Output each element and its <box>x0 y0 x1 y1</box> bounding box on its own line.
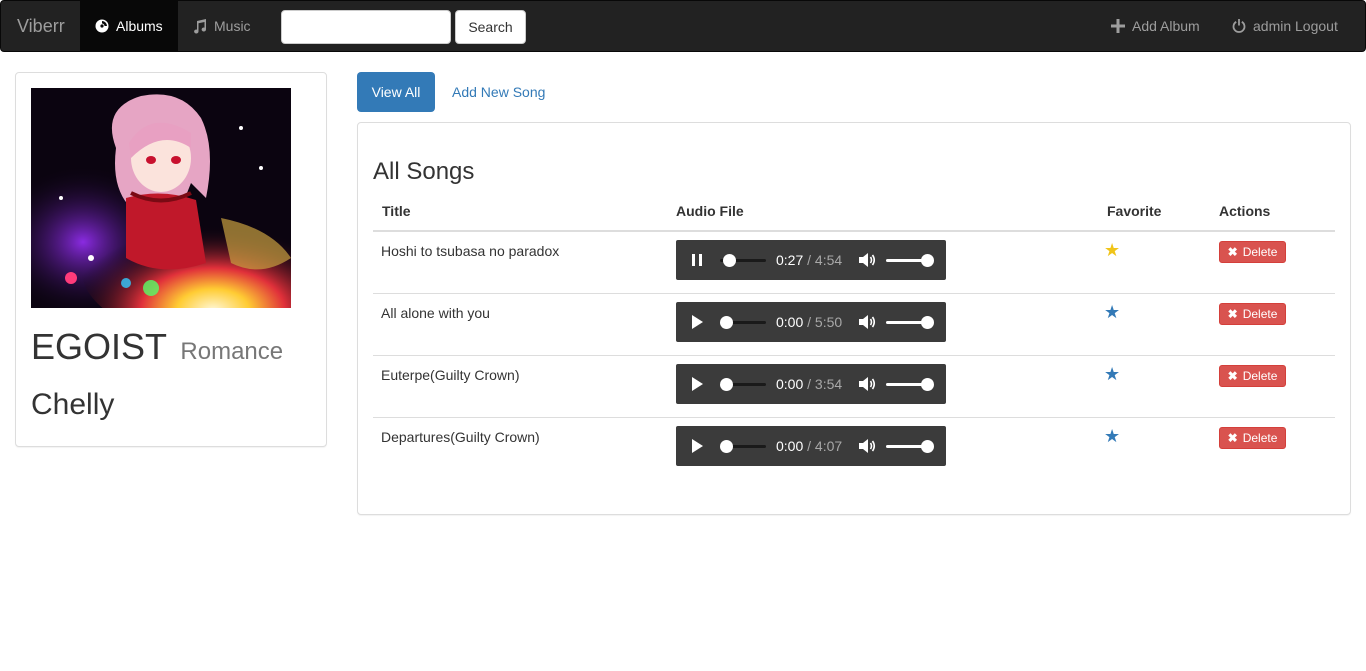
brand-link[interactable]: Viberr <box>17 16 65 36</box>
favorite-star-icon[interactable]: ★ <box>1104 241 1120 259</box>
songs-heading: All Songs <box>373 158 475 185</box>
album-details-panel: EGOIST Romance Chelly <box>15 72 327 447</box>
time-display: 0:00 / 4:07 <box>776 438 842 454</box>
album-name: EGOIST <box>31 326 167 367</box>
volume-handle[interactable] <box>921 254 934 267</box>
audio-player[interactable]: 0:00 / 5:50 <box>676 302 946 342</box>
audio-player[interactable]: 0:00 / 3:54 <box>676 364 946 404</box>
favorite-star-icon[interactable]: ★ <box>1104 303 1120 321</box>
volume-icon[interactable] <box>858 438 876 454</box>
volume-handle[interactable] <box>921 440 934 453</box>
current-time: 0:00 <box>776 438 804 454</box>
search-button[interactable]: Search <box>455 10 526 44</box>
nav-albums-label: Albums <box>116 18 163 34</box>
tab-add-new-song[interactable]: Add New Song <box>452 72 545 112</box>
power-icon <box>1232 19 1246 33</box>
album-cover-image <box>31 88 291 308</box>
time-display: 0:27 / 4:54 <box>776 252 842 268</box>
delete-button[interactable]: ✖ Delete <box>1219 427 1286 449</box>
column-header-actions: Actions <box>1219 203 1271 219</box>
volume-handle[interactable] <box>921 378 934 391</box>
remove-icon: ✖ <box>1227 369 1238 383</box>
seek-handle[interactable] <box>723 254 736 267</box>
volume-handle[interactable] <box>921 316 934 329</box>
favorite-star-icon[interactable]: ★ <box>1104 427 1120 445</box>
tab-view-all[interactable]: View All <box>357 72 435 112</box>
delete-button[interactable]: ✖ Delete <box>1219 303 1286 325</box>
seek-handle[interactable] <box>720 378 733 391</box>
add-album-label: Add Album <box>1132 18 1200 34</box>
current-time: 0:00 <box>776 376 804 392</box>
favorite-star-icon[interactable]: ★ <box>1104 365 1120 383</box>
seek-handle[interactable] <box>720 440 733 453</box>
column-header-title: Title <box>382 203 411 219</box>
nav-albums[interactable]: Albums <box>80 1 178 51</box>
delete-button[interactable]: ✖ Delete <box>1219 365 1286 387</box>
duration: / 5:50 <box>807 314 843 330</box>
duration: / 4:07 <box>807 438 843 454</box>
duration: / 4:54 <box>807 252 843 268</box>
disc-icon <box>95 19 109 33</box>
delete-label: Delete <box>1242 369 1278 383</box>
column-header-audio-file: Audio File <box>676 203 744 219</box>
logout-link[interactable]: admin Logout <box>1217 1 1353 51</box>
volume-icon[interactable] <box>858 314 876 330</box>
time-display: 0:00 / 5:50 <box>776 314 842 330</box>
play-icon[interactable] <box>690 376 704 392</box>
play-icon[interactable] <box>690 314 704 330</box>
nav-music-label: Music <box>214 18 251 34</box>
song-title: All alone with you <box>381 305 490 321</box>
current-time: 0:27 <box>776 252 804 268</box>
table-header-divider <box>373 230 1335 232</box>
delete-button[interactable]: ✖ Delete <box>1219 241 1286 263</box>
play-icon[interactable] <box>690 438 704 454</box>
album-title: EGOIST Romance <box>31 327 283 372</box>
delete-label: Delete <box>1242 307 1278 321</box>
plus-icon <box>1111 19 1125 33</box>
remove-icon: ✖ <box>1227 245 1238 259</box>
remove-icon: ✖ <box>1227 431 1238 445</box>
delete-label: Delete <box>1242 245 1278 259</box>
duration: / 3:54 <box>807 376 843 392</box>
songs-panel: All Songs Title Audio File Favorite Acti… <box>357 122 1351 515</box>
album-genre: Romance <box>180 338 284 365</box>
nav-music[interactable]: Music <box>178 1 266 51</box>
search-input[interactable] <box>281 10 451 44</box>
logout-label: admin Logout <box>1253 18 1338 34</box>
volume-icon[interactable] <box>858 376 876 392</box>
seek-handle[interactable] <box>720 316 733 329</box>
row-divider <box>373 293 1335 294</box>
song-title: Hoshi to tsubasa no paradox <box>381 243 560 259</box>
album-artist: Chelly <box>31 388 115 421</box>
time-display: 0:00 / 3:54 <box>776 376 842 392</box>
remove-icon: ✖ <box>1227 307 1238 321</box>
top-navbar: Viberr Albums Music Search Add Album adm… <box>0 0 1366 52</box>
volume-icon[interactable] <box>858 252 876 268</box>
song-title: Departures(Guilty Crown) <box>381 429 540 445</box>
current-time: 0:00 <box>776 314 804 330</box>
audio-player[interactable]: 0:00 / 4:07 <box>676 426 946 466</box>
row-divider <box>373 355 1335 356</box>
delete-label: Delete <box>1242 431 1278 445</box>
column-header-favorite: Favorite <box>1107 203 1162 219</box>
audio-player[interactable]: 0:27 / 4:54 <box>676 240 946 280</box>
music-note-icon <box>194 18 206 33</box>
song-title: Euterpe(Guilty Crown) <box>381 367 520 383</box>
row-divider <box>373 417 1335 418</box>
pause-icon[interactable] <box>690 252 704 268</box>
add-album-link[interactable]: Add Album <box>1096 1 1215 51</box>
